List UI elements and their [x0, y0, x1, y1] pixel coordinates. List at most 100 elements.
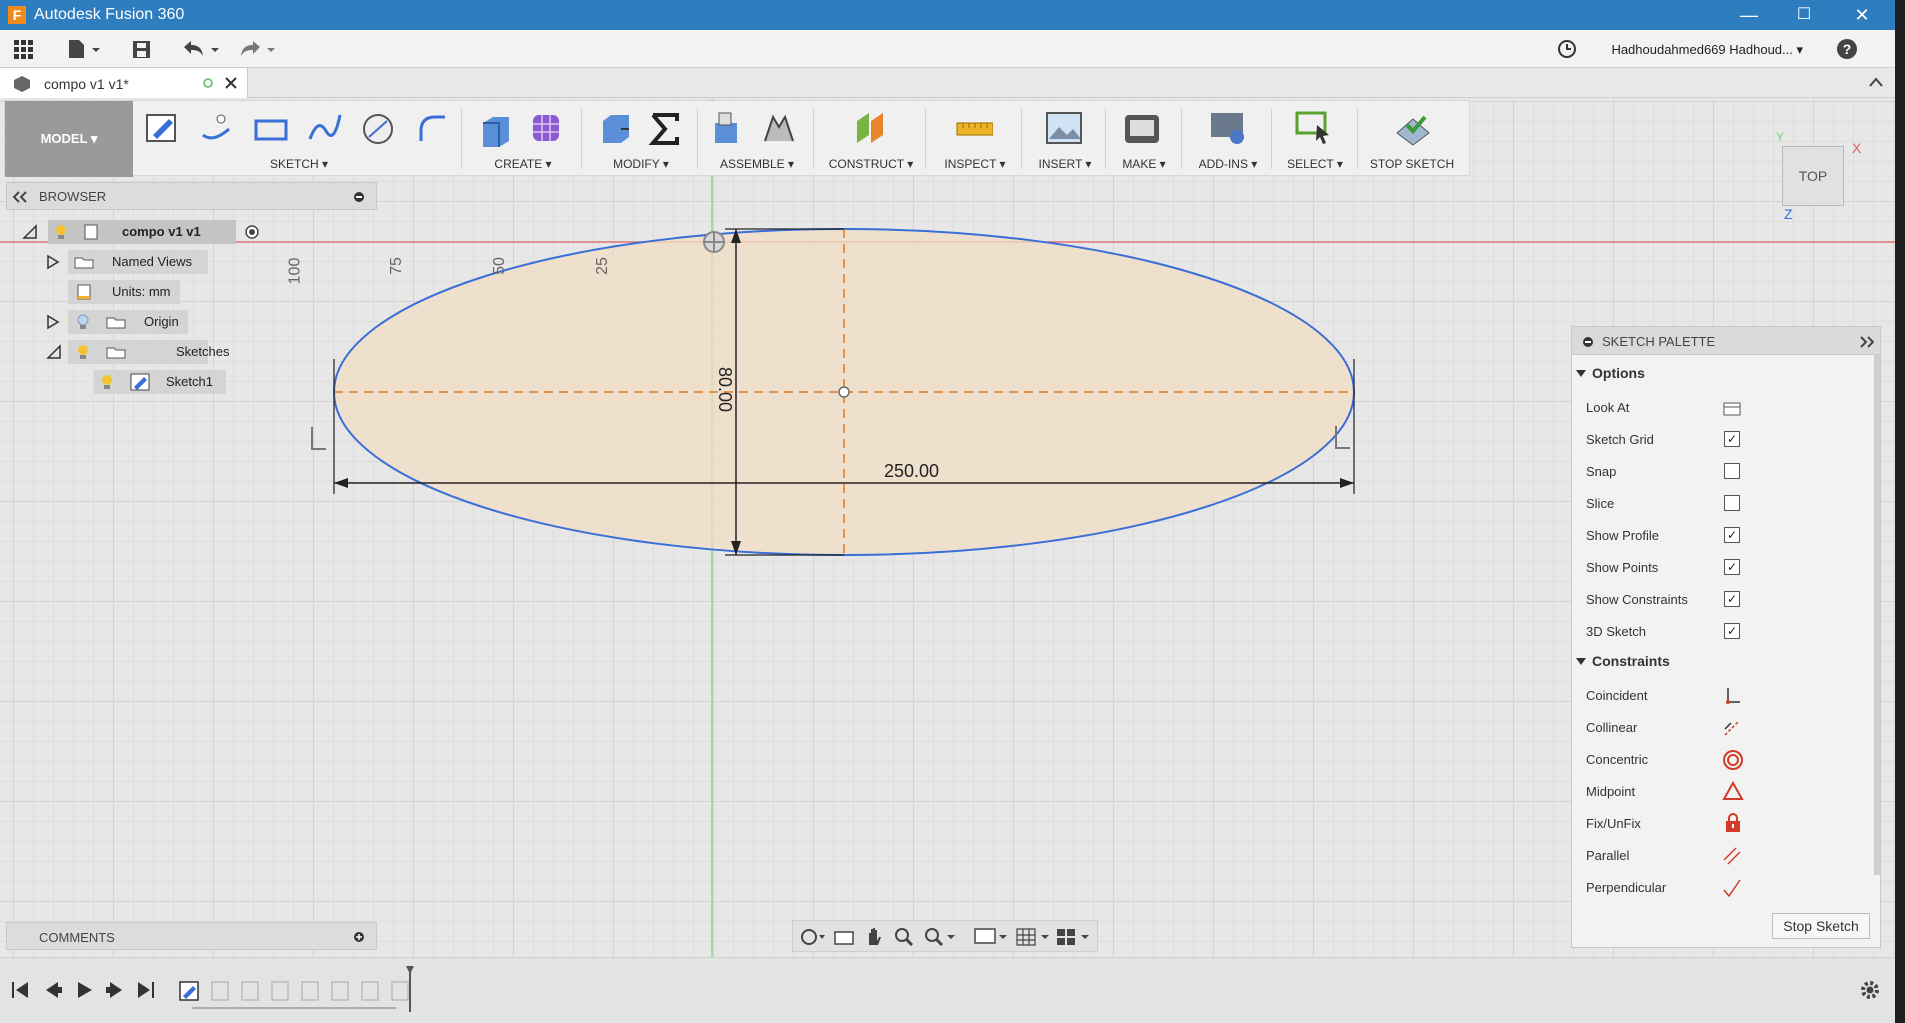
option-3d-sketch[interactable]: 3D Sketch ✓	[1572, 615, 1872, 647]
browser-panel-header[interactable]: BROWSER	[6, 182, 377, 210]
browser-item-origin[interactable]: Origin	[46, 310, 216, 334]
close-tab-icon[interactable]	[224, 76, 238, 90]
display-settings-icon[interactable]	[973, 926, 1009, 948]
browser-item-sketch1[interactable]: Sketch1	[94, 370, 234, 394]
create-group-label[interactable]: CREATE ▾	[469, 157, 577, 171]
collinear-icon[interactable]	[1722, 718, 1742, 738]
3d-print-icon[interactable]	[1123, 109, 1161, 147]
arc-tool-icon[interactable]	[413, 109, 451, 147]
parallel-icon[interactable]	[1722, 846, 1742, 866]
show-profile-checkbox[interactable]: ✓	[1724, 527, 1740, 543]
option-show-constraints[interactable]: Show Constraints ✓	[1572, 583, 1872, 615]
select-icon[interactable]	[1295, 109, 1333, 147]
snap-checkbox[interactable]	[1724, 463, 1740, 479]
browser-item-sketches[interactable]: Sketches	[46, 340, 236, 364]
fit-zoom-dropdown-icon[interactable]	[923, 926, 957, 948]
constraints-section-header[interactable]: Constraints	[1576, 653, 1670, 669]
constraint-perpendicular[interactable]: Perpendicular	[1572, 871, 1872, 903]
3d-sketch-checkbox[interactable]: ✓	[1724, 623, 1740, 639]
addins-group-label[interactable]: ADD-INS ▾	[1185, 157, 1271, 171]
grid-settings-icon[interactable]	[1015, 926, 1051, 948]
constraint-concentric[interactable]: Concentric	[1572, 743, 1872, 775]
select-group-label[interactable]: SELECT ▾	[1275, 157, 1355, 171]
go-to-end-icon[interactable]	[138, 982, 154, 998]
collapsed-triangle-icon[interactable]	[46, 314, 60, 330]
viewports-icon[interactable]	[1055, 926, 1091, 948]
create-sketch-icon[interactable]	[143, 109, 181, 147]
form-icon[interactable]	[527, 109, 565, 147]
orbit-icon[interactable]	[799, 927, 827, 947]
file-menu-icon[interactable]	[66, 38, 102, 60]
joint-icon[interactable]	[759, 109, 797, 147]
sketch-group-label[interactable]: SKETCH ▾	[141, 157, 457, 171]
inspect-group-label[interactable]: INSPECT ▾	[933, 157, 1017, 171]
visibility-bulb-icon[interactable]	[100, 374, 114, 390]
save-icon[interactable]	[130, 38, 154, 60]
expanded-triangle-icon[interactable]	[46, 344, 62, 360]
concentric-icon[interactable]	[1722, 749, 1744, 771]
coincident-icon[interactable]	[1722, 686, 1742, 706]
sketch-grid-checkbox[interactable]: ✓	[1724, 431, 1740, 447]
expand-arrows-icon[interactable]	[1860, 336, 1874, 348]
collapse-arrows-icon[interactable]	[13, 191, 27, 203]
scripts-addins-icon[interactable]	[1209, 109, 1247, 147]
option-sketch-grid[interactable]: Sketch Grid ✓	[1572, 423, 1872, 455]
maximize-button[interactable]: ☐	[1782, 2, 1826, 28]
insert-image-icon[interactable]	[1045, 109, 1083, 147]
measure-icon[interactable]	[955, 109, 993, 147]
option-show-profile[interactable]: Show Profile ✓	[1572, 519, 1872, 551]
make-group-label[interactable]: MAKE ▾	[1109, 157, 1179, 171]
visibility-bulb-icon[interactable]	[76, 344, 90, 360]
option-look-at[interactable]: Look At	[1572, 391, 1872, 423]
lock-icon[interactable]	[1724, 813, 1742, 833]
timeline-features[interactable]	[178, 966, 428, 1012]
option-slice[interactable]: Slice	[1572, 487, 1872, 519]
assemble-group-label[interactable]: ASSEMBLE ▾	[705, 157, 809, 171]
collapsed-triangle-icon[interactable]	[46, 254, 60, 270]
look-at-nav-icon[interactable]	[833, 927, 855, 947]
rectangle-tool-icon[interactable]	[251, 109, 289, 147]
help-icon[interactable]: ?	[1837, 39, 1857, 59]
document-tab[interactable]: compo v1 v1*	[0, 68, 248, 98]
go-to-start-icon[interactable]	[12, 982, 28, 998]
comments-panel[interactable]: COMMENTS	[6, 922, 377, 950]
visibility-bulb-icon[interactable]	[54, 224, 68, 240]
browser-item-named-views[interactable]: Named Views	[46, 250, 216, 274]
step-back-icon[interactable]	[46, 982, 62, 998]
spline-tool-icon[interactable]	[305, 109, 343, 147]
constraint-coincident[interactable]: Coincident	[1572, 679, 1872, 711]
play-icon[interactable]	[78, 982, 92, 998]
pan-hand-icon[interactable]	[863, 925, 885, 947]
palette-options-icon[interactable]	[1582, 336, 1594, 348]
option-show-points[interactable]: Show Points ✓	[1572, 551, 1872, 583]
redo-icon[interactable]	[236, 38, 278, 60]
activate-radio-icon[interactable]	[244, 224, 260, 240]
look-at-icon[interactable]	[1722, 399, 1742, 417]
sketch-palette-header[interactable]: SKETCH PALETTE	[1572, 327, 1880, 355]
new-component-icon[interactable]	[709, 109, 747, 147]
dimension-vertical-value[interactable]: 80.00	[714, 367, 735, 412]
user-account-menu[interactable]: Hadhoudahmed669 Hadhoud... ▾	[1611, 42, 1803, 58]
stop-sketch-icon[interactable]	[1393, 109, 1431, 147]
collapse-chevron-icon[interactable]	[1868, 76, 1884, 88]
slice-checkbox[interactable]	[1724, 495, 1740, 511]
timeline-settings-gear-icon[interactable]	[1858, 978, 1882, 1002]
dimension-horizontal-value[interactable]: 250.00	[884, 461, 939, 482]
parameters-sigma-icon[interactable]	[645, 109, 683, 147]
stop-sketch-label[interactable]: STOP SKETCH	[1361, 157, 1463, 171]
browser-root-item[interactable]: compo v1 v1	[22, 220, 259, 244]
perpendicular-icon[interactable]	[1722, 878, 1742, 898]
show-points-checkbox[interactable]: ✓	[1724, 559, 1740, 575]
hidden-bulb-icon[interactable]	[76, 314, 90, 330]
constraint-collinear[interactable]: Collinear	[1572, 711, 1872, 743]
constraint-parallel[interactable]: Parallel	[1572, 839, 1872, 871]
close-button[interactable]: ✕	[1840, 2, 1884, 28]
line-tool-icon[interactable]	[197, 109, 235, 147]
modify-group-label[interactable]: MODIFY ▾	[589, 157, 693, 171]
extrude-icon[interactable]	[477, 109, 515, 147]
constraint-midpoint[interactable]: Midpoint	[1572, 775, 1872, 807]
offset-plane-icon[interactable]	[851, 109, 889, 147]
circle-tool-icon[interactable]	[359, 109, 397, 147]
minimize-button[interactable]: —	[1727, 2, 1771, 28]
construct-group-label[interactable]: CONSTRUCT ▾	[821, 157, 921, 171]
